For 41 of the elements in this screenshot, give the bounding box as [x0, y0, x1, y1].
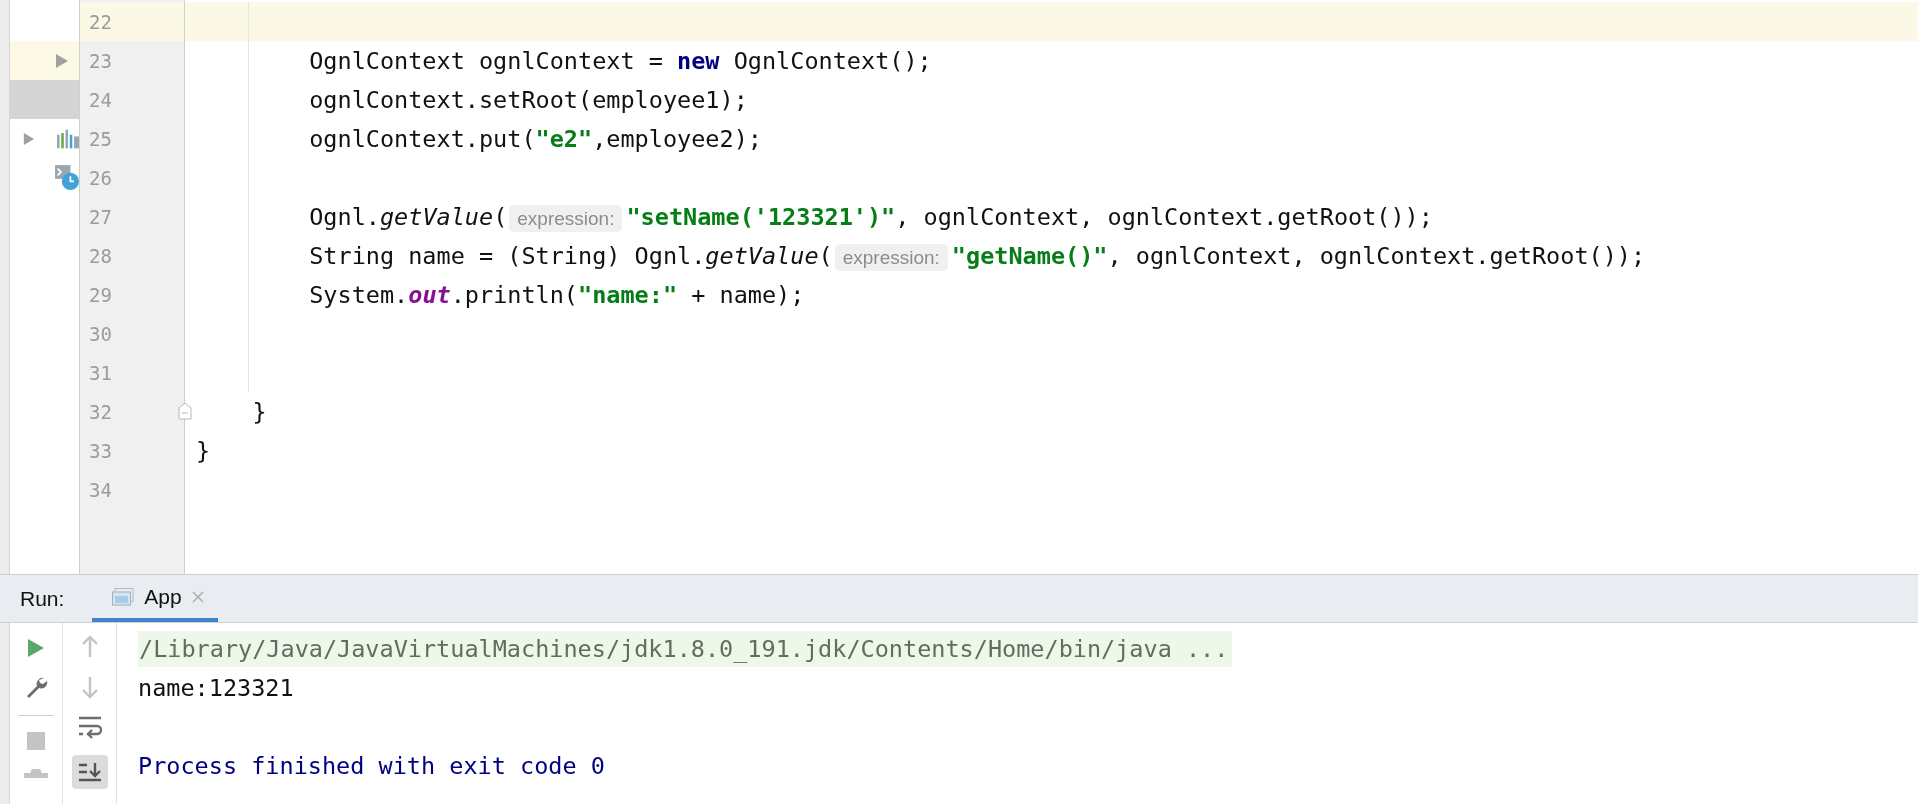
selected-row[interactable]	[10, 80, 79, 119]
console-clock-icon	[55, 162, 79, 193]
stop-icon[interactable]	[27, 732, 45, 750]
code-line: ognlContext.put("e2",employee2);	[308, 124, 762, 153]
line-number: 24	[89, 88, 112, 111]
run-icon[interactable]	[26, 637, 46, 659]
code-line: ognlContext.setRoot(employee1);	[308, 85, 748, 114]
code-line: String name = (String) Ognl.getValue( expression: "getName()", ognlContext, ognlContext.getRoot());	[308, 241, 1646, 270]
line-number: 29	[89, 283, 112, 306]
line-number: 23	[89, 49, 112, 72]
bar-chart-icon	[56, 127, 79, 150]
expand-arrow-icon[interactable]	[23, 130, 35, 147]
line-number: 25	[89, 127, 112, 150]
line-number: 26	[89, 166, 112, 189]
run-arrow-icon[interactable]	[55, 52, 69, 69]
scroll-to-end-icon	[76, 761, 103, 783]
scroll-to-end-button[interactable]	[71, 755, 108, 789]
close-icon[interactable]	[191, 590, 204, 603]
window-icon	[112, 587, 135, 606]
up-arrow-icon[interactable]	[80, 635, 99, 659]
soft-wrap-icon[interactable]	[76, 715, 103, 739]
code-line: }	[251, 397, 267, 426]
line-number: 33	[89, 439, 112, 462]
line-number: 22	[89, 10, 112, 33]
fold-icon[interactable]	[178, 402, 192, 420]
code-line: System.out.println("name:" + name);	[308, 280, 805, 309]
code-line: Ognl.getValue( expression: "setName('123321')", ognlContext, ognlContext.getRoot());	[308, 202, 1433, 231]
line-number: 30	[89, 322, 112, 345]
line-number: 31	[89, 361, 112, 384]
camera-icon[interactable]	[24, 768, 48, 778]
line-number: 27	[89, 205, 112, 228]
console-output-line: name:123321	[138, 673, 294, 702]
run-tab[interactable]: App	[92, 575, 218, 622]
down-arrow-icon[interactable]	[80, 675, 99, 699]
line-number: 32	[89, 400, 112, 423]
line-number: 34	[89, 478, 112, 501]
code-line: OgnlContext ognlContext = new OgnlContext();	[308, 46, 932, 75]
line-number: 28	[89, 244, 112, 267]
run-label: Run:	[20, 586, 65, 611]
console-output-line: Process finished with exit code 0	[138, 751, 605, 780]
code-line: }	[196, 436, 211, 465]
